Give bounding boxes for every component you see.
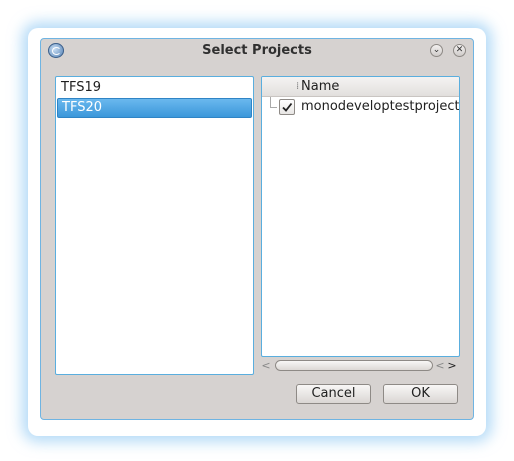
close-icon: ✕ (455, 45, 464, 55)
window-title: Select Projects (202, 43, 312, 58)
tree-row[interactable]: monodeveloptestproject (262, 97, 459, 117)
ok-button[interactable]: OK (383, 384, 458, 404)
scrollbar-thumb[interactable] (275, 360, 433, 371)
cancel-button[interactable]: Cancel (296, 384, 371, 404)
checkmark-icon (282, 102, 293, 112)
minimize-button[interactable]: ⌄ (430, 44, 443, 57)
scroll-left-arrow[interactable]: < (261, 359, 271, 373)
chevron-down-icon: ⌄ (432, 45, 441, 55)
title-bar: Select Projects ⌄ ✕ (41, 39, 473, 63)
collection-list[interactable]: TFS19 TFS20 (55, 76, 254, 375)
column-header-name[interactable]: Name (301, 78, 339, 95)
scroll-left-arrow-secondary[interactable]: < (435, 359, 445, 373)
horizontal-scrollbar[interactable]: < < > (261, 359, 460, 373)
tree-header[interactable]: ⁞ Name (262, 77, 459, 97)
list-item-tfs20[interactable]: TFS20 (57, 98, 252, 118)
select-projects-dialog: Select Projects ⌄ ✕ TFS19 TFS20 ⁞ Name m… (40, 38, 474, 420)
close-button[interactable]: ✕ (453, 44, 466, 57)
project-tree[interactable]: ⁞ Name monodeveloptestproject (261, 76, 460, 357)
list-item-tfs19[interactable]: TFS19 (57, 78, 252, 98)
column-separator: ⁞ (296, 81, 300, 92)
scroll-right-arrow[interactable]: > (447, 359, 457, 373)
project-label: monodeveloptestproject (301, 99, 460, 114)
project-checkbox[interactable] (279, 99, 295, 115)
